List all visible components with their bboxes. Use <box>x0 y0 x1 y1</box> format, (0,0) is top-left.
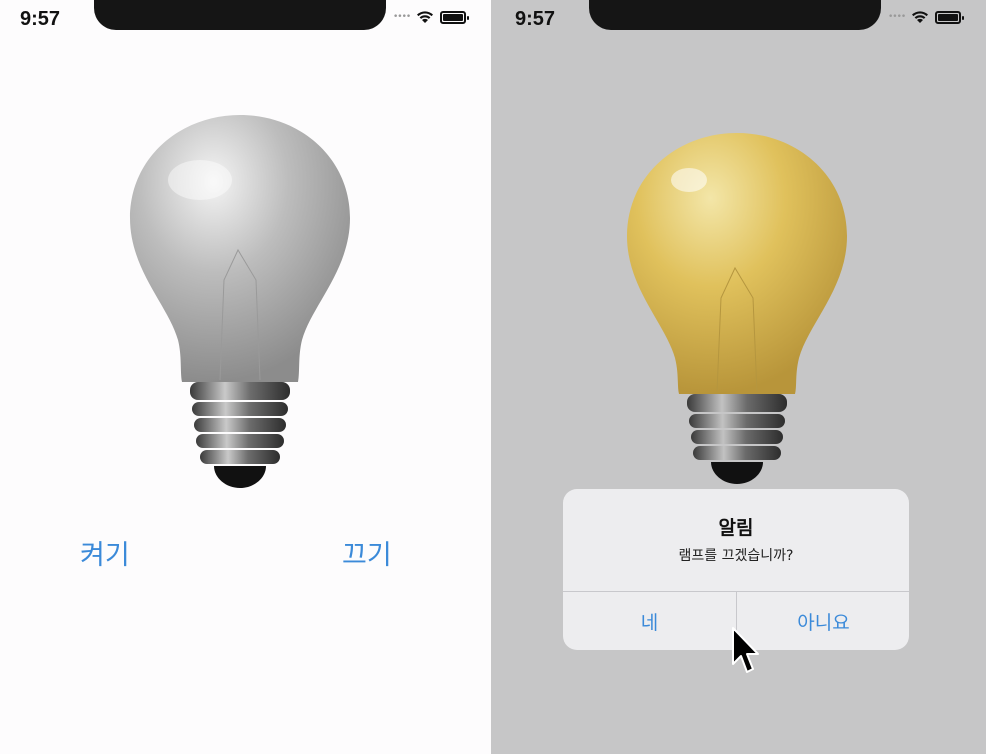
alert-no-button[interactable]: 아니요 <box>737 592 909 650</box>
turn-off-button[interactable]: 끄기 <box>342 533 392 572</box>
signal-icon: •••• <box>888 12 906 22</box>
notch <box>589 0 881 30</box>
battery-icon <box>935 10 965 24</box>
turn-on-button[interactable]: 켜기 <box>80 533 130 572</box>
wifi-icon <box>417 11 434 23</box>
bulb-on-image <box>627 133 847 484</box>
alert-yes-button[interactable]: 네 <box>563 592 736 650</box>
arrow-cursor-icon <box>732 627 759 673</box>
notch <box>94 0 386 30</box>
status-time: 9:57 <box>515 8 556 30</box>
alert-title: 알림 <box>718 517 754 539</box>
bulb-off-image <box>130 115 350 488</box>
signal-icon: •••• <box>393 12 411 22</box>
battery-icon <box>440 10 470 24</box>
status-icons: •••• <box>888 9 965 25</box>
status-icons: •••• <box>393 9 470 25</box>
alert-message: 램프를 끄겠습니까? <box>678 548 794 564</box>
wifi-icon <box>912 11 929 23</box>
right-screen: 9:57 •••• 알림 램프를 끄겠습니까? 네 아니요 <box>491 0 986 754</box>
status-time: 9:57 <box>20 8 61 30</box>
left-screen: 9:57 •••• 켜기 끄기 <box>0 0 491 754</box>
